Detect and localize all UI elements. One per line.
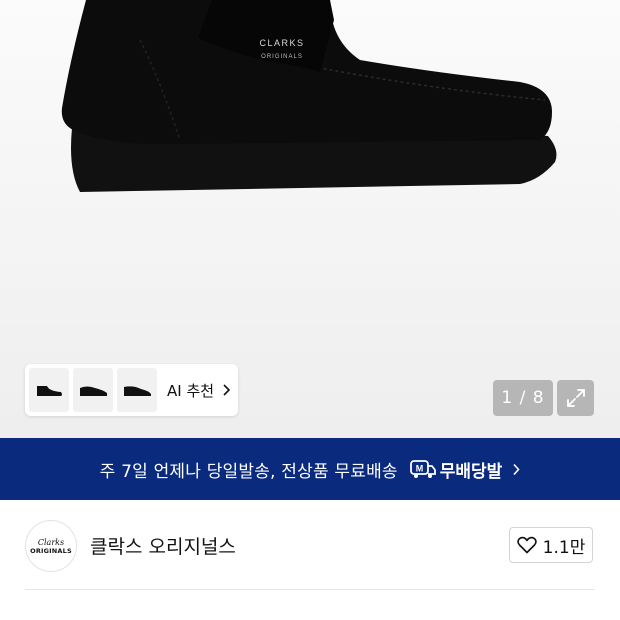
section-divider xyxy=(25,589,595,590)
chevron-right-icon xyxy=(222,384,231,396)
ai-recommend-label[interactable]: AI 추천 xyxy=(167,380,231,401)
chevron-right-icon xyxy=(512,463,520,476)
delivery-badge-label: 무배당발 xyxy=(439,461,503,482)
shoe-thumb-image xyxy=(80,386,107,396)
tag-sub-text: ORIGINALS xyxy=(261,54,303,60)
delivery-truck-icon: M xyxy=(409,460,436,478)
tag-brand-text: CLARKS xyxy=(259,38,304,48)
ai-recommend-strip[interactable]: AI 추천 xyxy=(25,364,238,416)
banner-text: 주 7일 언제나 당일발송, 전상품 무료배송 xyxy=(99,461,398,482)
ai-thumbnail[interactable] xyxy=(117,368,157,412)
expand-arrows-icon xyxy=(566,389,585,407)
delivery-badge: M 무배당발 xyxy=(409,457,503,482)
shoe-thumb-image xyxy=(37,386,62,396)
brand-logo-text: ORIGINALS xyxy=(30,546,72,555)
image-counter: 1 / 8 xyxy=(493,380,553,416)
ai-recommend-text: AI 추천 xyxy=(167,381,215,400)
heart-outline-icon xyxy=(516,536,537,554)
shoe-thumb-image xyxy=(124,386,151,396)
brand-name[interactable]: 클락스 오리지널스 xyxy=(90,532,236,559)
delivery-banner[interactable]: 주 7일 언제나 당일발송, 전상품 무료배송 M 무배당발 xyxy=(0,438,620,500)
like-count: 1.1만 xyxy=(542,537,586,558)
product-gallery[interactable]: CLARKS ORIGINALS AI 추천 1 / 8 xyxy=(0,0,620,438)
svg-text:M: M xyxy=(416,464,424,474)
expand-button[interactable] xyxy=(557,380,594,416)
brand-logo-script: Clarks xyxy=(37,537,65,547)
ai-thumbnail[interactable] xyxy=(73,368,113,412)
brand-logo[interactable]: Clarks ORIGINALS xyxy=(25,520,77,572)
ai-thumbnail[interactable] xyxy=(29,368,69,412)
like-button[interactable]: 1.1만 xyxy=(509,527,593,563)
